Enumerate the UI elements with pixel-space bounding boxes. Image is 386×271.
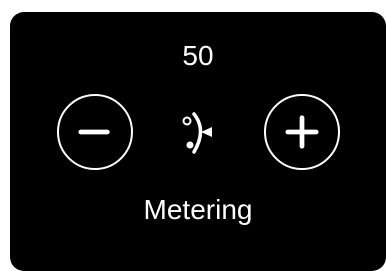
- decrease-button[interactable]: [57, 94, 133, 170]
- plus-icon: [285, 115, 319, 149]
- metering-mode-icon: [182, 112, 212, 154]
- metering-value: 50: [182, 40, 214, 71]
- minus-icon: [78, 129, 110, 135]
- metering-label: Metering: [143, 194, 253, 225]
- metering-panel: 50 Metering: [10, 12, 386, 271]
- increase-button[interactable]: [264, 94, 340, 170]
